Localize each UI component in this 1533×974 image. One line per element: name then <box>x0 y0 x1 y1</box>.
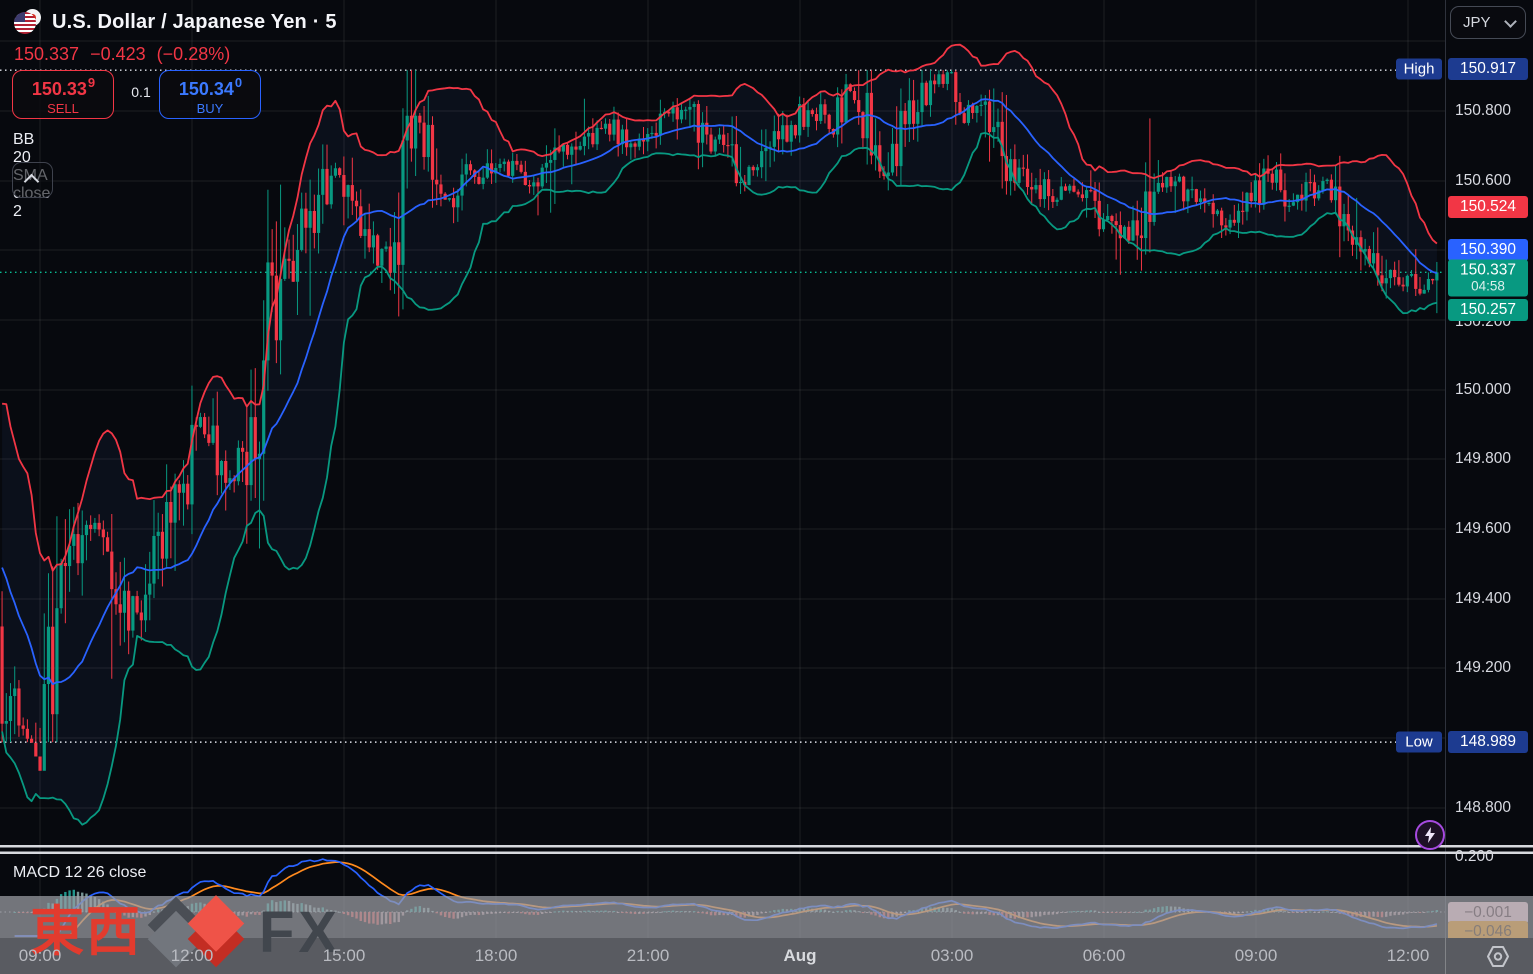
axis-price-label: 149.200 <box>1455 659 1511 677</box>
symbol-title[interactable]: U.S. Dollar / Japanese Yen · 5 <box>52 11 337 34</box>
low-label: Low <box>1396 732 1442 753</box>
chevron-up-icon <box>24 174 40 190</box>
axis-price-label: 150.000 <box>1455 381 1511 399</box>
time-axis-bar[interactable] <box>0 938 1533 974</box>
price-change: −0.423 <box>90 44 146 64</box>
boost-button[interactable] <box>1415 820 1445 850</box>
axis-corner-divider <box>1445 938 1446 974</box>
axis-price-label: 150.600 <box>1455 172 1511 190</box>
axis-price-label: 150.800 <box>1455 102 1511 120</box>
pane-resize-handle[interactable] <box>0 845 1533 855</box>
price-change-percent: (−0.28%) <box>157 44 231 64</box>
collapse-legend-button[interactable] <box>12 162 53 198</box>
price-chart[interactable] <box>0 0 1445 938</box>
settings-button[interactable] <box>1484 944 1512 969</box>
axis-price-label: 149.800 <box>1455 450 1511 468</box>
axis-price-label: 148.800 <box>1455 799 1511 817</box>
axis-price-badge: 150.257 <box>1448 299 1528 321</box>
axis-price-label: 149.400 <box>1455 590 1511 608</box>
axis-price-badge: 150.390 <box>1448 239 1528 261</box>
currency-select[interactable]: JPY <box>1450 6 1526 39</box>
high-label: High <box>1396 59 1442 80</box>
axis-price-badge: 150.33704:58 <box>1448 260 1528 297</box>
axis-price-badge: 148.989 <box>1448 731 1528 753</box>
macd-indicator-label[interactable]: MACD 12 26 close <box>13 864 146 882</box>
currency-pair-icon <box>14 9 44 35</box>
last-price-row: 150.337 −0.423 (−0.28%) <box>14 44 236 65</box>
bottom-overlay-band <box>0 896 1533 938</box>
trading-app: 09:0012:0015:0018:0021:00Aug03:0006:0009… <box>0 0 1533 974</box>
gear-icon <box>1484 944 1512 969</box>
currency-select-value: JPY <box>1463 14 1491 31</box>
axis-price-label: 149.600 <box>1455 520 1511 538</box>
axis-price-badge: 150.524 <box>1448 196 1528 218</box>
chevron-down-icon <box>1504 15 1517 28</box>
spread-value: 0.1 <box>124 84 158 100</box>
us-flag-icon <box>14 12 36 34</box>
axis-price-badge: 150.917 <box>1448 58 1528 80</box>
lightning-icon <box>1423 827 1437 843</box>
last-price: 150.337 <box>14 44 79 64</box>
price-axis[interactable]: JPY High150.917150.800150.600150.524150.… <box>1445 0 1533 938</box>
buy-button[interactable]: 150.340 BUY <box>159 70 261 119</box>
sell-button[interactable]: 150.339 SELL <box>12 70 114 119</box>
